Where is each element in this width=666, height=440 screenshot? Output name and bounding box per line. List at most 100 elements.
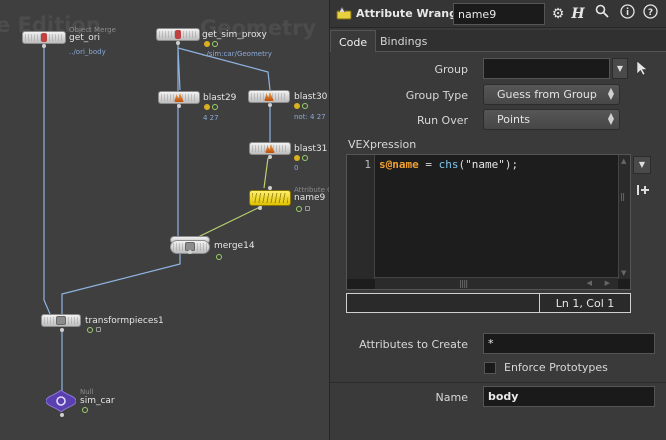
- resize-grip-icon[interactable]: ⣿: [620, 193, 625, 201]
- warning-flag-icon: [204, 41, 210, 47]
- node-wires: [43, 44, 271, 392]
- group-label: Group: [434, 63, 469, 76]
- parameter-tabs: Code Bindings: [330, 30, 666, 52]
- object-merge-icon: [41, 33, 47, 42]
- editor-horizontal-scrollbar[interactable]: ◀ ▶: [375, 277, 618, 289]
- node-label: blast29: [203, 93, 237, 103]
- output-port[interactable]: [268, 155, 272, 159]
- scroll-up-arrow-icon[interactable]: ▲: [621, 157, 626, 165]
- display-flag-icon[interactable]: [296, 206, 302, 212]
- create-spare-parms-icon[interactable]: [635, 182, 651, 198]
- svg-text:?: ?: [647, 8, 652, 18]
- node-label: merge14: [214, 241, 255, 251]
- output-port[interactable]: [42, 44, 46, 48]
- display-flag-icon[interactable]: [212, 104, 218, 110]
- node-label: blast30: [294, 92, 328, 102]
- wire-name9-to-merge: [195, 205, 263, 239]
- node-blast31[interactable]: [249, 142, 291, 155]
- node-sublabel: ../sim:car/Geometry: [202, 50, 272, 58]
- output-port[interactable]: [177, 104, 181, 108]
- node-label: get_sim_proxy: [202, 30, 267, 40]
- node-transformpieces1[interactable]: [41, 314, 81, 327]
- display-flag-icon[interactable]: [212, 41, 218, 47]
- magnifier-icon[interactable]: [592, 4, 612, 24]
- node-label: sim_car: [80, 396, 115, 406]
- node-type-label: Null: [80, 388, 94, 396]
- vex-menu-button[interactable]: ▼: [633, 156, 651, 174]
- group-menu-button[interactable]: ▼: [612, 58, 628, 79]
- code-token-attribute: s@name: [379, 158, 419, 171]
- help-h-icon[interactable]: H: [568, 4, 588, 24]
- enforce-prototypes-label: Enforce Prototypes: [504, 361, 608, 374]
- input-port[interactable]: [268, 186, 272, 190]
- attributes-to-create-label: Attributes to Create: [359, 338, 468, 351]
- scroll-left-arrow-icon[interactable]: ◀: [587, 279, 592, 287]
- scroll-right-arrow-icon[interactable]: ▶: [605, 279, 610, 287]
- wrangle-node-icon: [336, 6, 352, 20]
- output-port[interactable]: [188, 250, 192, 254]
- node-name-field[interactable]: name9: [453, 3, 545, 25]
- node-sublabel: 4 27: [203, 114, 219, 122]
- display-flag-icon[interactable]: [87, 327, 93, 333]
- output-port[interactable]: [268, 103, 272, 107]
- lock-icon[interactable]: [96, 327, 101, 332]
- display-flag-icon[interactable]: [82, 407, 88, 413]
- info-icon[interactable]: [617, 4, 637, 24]
- node-label: name9: [294, 193, 326, 203]
- output-port[interactable]: [60, 328, 64, 332]
- node-sublabel: 0: [294, 164, 299, 172]
- select-arrow-icon[interactable]: [635, 60, 649, 76]
- node-label: transformpieces1: [85, 316, 164, 326]
- enforce-prototypes-checkbox[interactable]: [484, 362, 496, 374]
- node-label: get_ori: [69, 33, 100, 43]
- group-type-select[interactable]: Guess from Group ▲ ▼: [483, 84, 620, 105]
- display-flag-icon[interactable]: [216, 254, 222, 260]
- code-token-function: chs: [438, 158, 459, 171]
- run-over-label: Run Over: [416, 114, 468, 127]
- node-blast30[interactable]: [248, 90, 290, 103]
- code-token-operator: =: [418, 158, 439, 171]
- output-port[interactable]: [60, 413, 64, 417]
- output-port[interactable]: [258, 206, 262, 210]
- tab-bindings[interactable]: Bindings: [372, 30, 435, 52]
- run-over-value: Points: [497, 113, 531, 126]
- editor-status-bar: Ln 1, Col 1: [346, 293, 631, 313]
- group-type-value: Guess from Group: [497, 88, 597, 101]
- node-name9[interactable]: [249, 190, 291, 206]
- display-flag-icon[interactable]: [302, 155, 308, 161]
- status-divider: [539, 294, 540, 312]
- name-label: Name: [435, 391, 468, 404]
- editor-vertical-scrollbar[interactable]: ▲ ▼: [618, 155, 630, 279]
- updown-arrow-icon: ▲ ▼: [607, 111, 614, 126]
- node-sim-car[interactable]: [46, 390, 76, 412]
- group-field[interactable]: [483, 58, 610, 79]
- object-merge-icon: [175, 30, 181, 39]
- scroll-down-arrow-icon[interactable]: ▼: [621, 269, 626, 277]
- warning-flag-icon: [294, 155, 300, 161]
- display-flag-icon[interactable]: [302, 103, 308, 109]
- network-view[interactable]: e Edition Geometry Object Merge get_ori …: [0, 0, 329, 440]
- name-field[interactable]: body: [483, 386, 655, 407]
- lock-icon[interactable]: [305, 206, 310, 211]
- node-get-ori[interactable]: [22, 31, 66, 44]
- vex-code-line[interactable]: s@name = chs("name");: [379, 158, 518, 171]
- transform-icon: [56, 316, 66, 325]
- node-blast29[interactable]: [158, 91, 200, 104]
- wire-get-ori-to-transform: [43, 44, 51, 315]
- code-token-paren-close: );: [504, 158, 519, 171]
- tab-code[interactable]: Code: [330, 30, 377, 52]
- run-over-select[interactable]: Points ▲ ▼: [483, 109, 620, 130]
- vex-code-editor[interactable]: 1 s@name = chs("name"); ▲ ▼ ◀ ▶ ⣿⣿ ⣿: [346, 154, 631, 290]
- parameter-toolbar: Attribute Wrangle name9 ⚙ H ?: [330, 0, 666, 28]
- line-number: 1: [364, 158, 371, 171]
- output-port[interactable]: [176, 41, 180, 45]
- gear-icon[interactable]: ⚙: [548, 4, 568, 24]
- cursor-position: Ln 1, Col 1: [555, 297, 615, 310]
- warning-flag-icon: [204, 104, 210, 110]
- attributes-to-create-field[interactable]: *: [483, 333, 655, 354]
- group-type-label: Group Type: [405, 89, 468, 102]
- node-get-sim-proxy[interactable]: [156, 28, 200, 41]
- question-icon[interactable]: ?: [640, 4, 660, 24]
- node-sublabel: not: 4 27: [294, 113, 326, 121]
- resize-grip-icon[interactable]: ⣿⣿: [459, 280, 468, 288]
